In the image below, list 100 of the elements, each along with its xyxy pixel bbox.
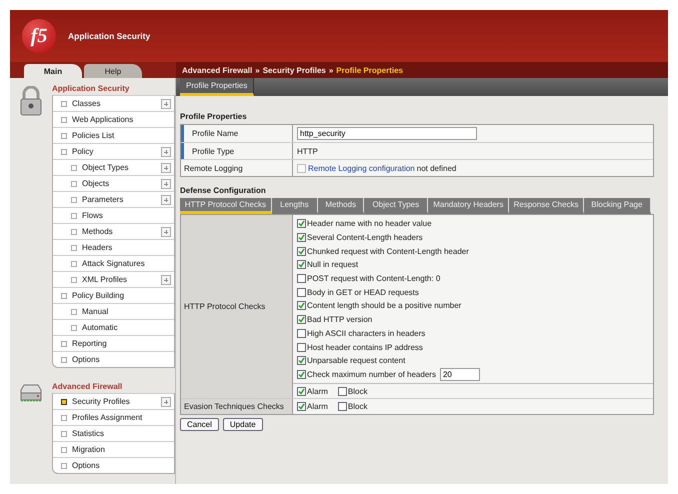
- checkbox[interactable]: [297, 370, 306, 379]
- nav-tab[interactable]: Main: [24, 64, 82, 78]
- sidebar-item-label: Object Types: [82, 163, 130, 172]
- sidebar-item[interactable]: Headers: [53, 239, 174, 255]
- sidebar-item-label: Flows: [82, 211, 104, 220]
- checkbox-label: Block: [348, 386, 368, 396]
- config-tab[interactable]: HTTP Protocol Checks: [180, 198, 272, 214]
- sidebar-item-label: Policies List: [72, 131, 116, 140]
- plus-icon[interactable]: [161, 396, 171, 406]
- config-tab[interactable]: Methods: [318, 198, 364, 214]
- sidebar-item-label: Objects: [82, 179, 110, 188]
- sidebar-item[interactable]: XML Profiles: [53, 271, 174, 287]
- checkbox-label: Host header contains IP address: [307, 342, 423, 352]
- checkbox-label: Alarm: [307, 402, 328, 411]
- sidebar-item[interactable]: Reporting: [53, 335, 174, 351]
- checkbox[interactable]: [338, 386, 347, 396]
- checkbox[interactable]: [297, 356, 306, 366]
- sidebar-item[interactable]: Parameters: [53, 191, 174, 207]
- row-label: Profile Type: [181, 143, 293, 159]
- sidebar-item[interactable]: Policies List: [53, 127, 174, 143]
- sidebar-item-label: Automatic: [82, 323, 119, 332]
- bullet-icon: [61, 414, 67, 420]
- bullet-icon: [71, 244, 77, 250]
- config-tab[interactable]: Lengths: [272, 198, 318, 214]
- checkbox[interactable]: [297, 315, 306, 324]
- checkbox[interactable]: [297, 386, 306, 396]
- checkbox[interactable]: [297, 288, 306, 297]
- sidebar-item[interactable]: Profiles Assignment: [53, 409, 174, 425]
- row-label: Evasion Techniques Checks: [181, 398, 293, 414]
- plus-icon[interactable]: [161, 274, 171, 284]
- sidebar-item[interactable]: Security Profiles: [53, 393, 174, 409]
- bullet-icon: [61, 116, 67, 122]
- sidebar-item-label: Reporting: [72, 339, 108, 348]
- checkbox[interactable]: [297, 274, 306, 284]
- breadcrumb-link[interactable]: Profile Properties: [336, 66, 403, 74]
- sidebar-item[interactable]: Automatic: [53, 319, 174, 335]
- checkbox[interactable]: [297, 328, 306, 338]
- row-label: Remote Logging: [181, 160, 293, 176]
- profile-name-field[interactable]: http_security: [297, 127, 477, 140]
- nav-tab[interactable]: Help: [84, 64, 142, 78]
- checkbox[interactable]: [297, 402, 306, 411]
- checkbox[interactable]: [297, 219, 306, 228]
- sidebar-item[interactable]: Statistics: [53, 425, 174, 441]
- drive-icon: [18, 384, 44, 402]
- sidebar-item-label: Options: [72, 355, 101, 364]
- bullet-icon: [61, 462, 67, 468]
- checkbox[interactable]: [297, 246, 306, 256]
- bullet-icon: [71, 212, 77, 218]
- checkbox[interactable]: [297, 342, 306, 352]
- checkbox[interactable]: [297, 301, 306, 310]
- sidebar-item[interactable]: Web Applications: [53, 111, 174, 127]
- config-tab[interactable]: Mandatory Headers: [428, 198, 510, 214]
- sidebar-item-label: Attack Signatures: [82, 259, 146, 268]
- sidebar-item[interactable]: Migration: [53, 441, 174, 457]
- form-button[interactable]: Update: [222, 418, 263, 431]
- sidebar-item-label: Policy: [72, 147, 94, 156]
- checkbox-label: Header name with no header value: [307, 219, 432, 228]
- logo: f5: [22, 19, 56, 53]
- bullet-icon: [71, 308, 77, 314]
- app-title: Application Security: [68, 31, 150, 41]
- section-title: Advanced Firewall: [52, 382, 124, 393]
- checkbox-label: Bad HTTP version: [307, 315, 372, 324]
- sidebar-item[interactable]: Policy: [53, 143, 174, 159]
- sidebar-item[interactable]: Attack Signatures: [53, 255, 174, 271]
- sidebar-item-label: Profiles Assignment: [72, 413, 144, 422]
- checkbox[interactable]: [297, 260, 306, 270]
- checkbox-label: Several Content-Length headers: [307, 233, 423, 242]
- bullet-icon: [71, 228, 77, 234]
- sidebar-item[interactable]: Objects: [53, 175, 174, 191]
- checkbox-label: POST request with Content-Length: 0: [307, 274, 440, 284]
- sidebar-item-label: Methods: [82, 227, 114, 236]
- sidebar-item[interactable]: Options: [53, 351, 174, 367]
- checkbox[interactable]: [297, 233, 306, 242]
- bullet-icon: [61, 430, 67, 436]
- form-button[interactable]: Cancel: [180, 418, 219, 431]
- sidebar-item[interactable]: Policy Building: [53, 287, 174, 303]
- config-tab[interactable]: Object Types: [364, 198, 428, 214]
- sidebar-item[interactable]: Classes: [53, 95, 174, 111]
- number-field[interactable]: 20: [440, 368, 480, 381]
- subtab[interactable]: Profile Properties: [180, 78, 254, 96]
- bullet-icon: [71, 196, 77, 202]
- plus-icon[interactable]: [161, 98, 171, 108]
- checkbox[interactable]: [338, 402, 347, 411]
- config-tab[interactable]: Blocking Page: [584, 198, 651, 214]
- sidebar-item-label: Headers: [82, 243, 114, 252]
- sidebar-item[interactable]: Flows: [53, 207, 174, 223]
- sidebar-item-label: Security Profiles: [72, 397, 131, 406]
- sidebar-item[interactable]: Methods: [53, 223, 174, 239]
- remote-logging-link[interactable]: Remote Logging configuration: [308, 164, 415, 172]
- config-tab[interactable]: Response Checks: [509, 198, 584, 214]
- plus-icon[interactable]: [161, 226, 171, 236]
- breadcrumb-link[interactable]: Advanced Firewall: [182, 66, 252, 74]
- sidebar-item[interactable]: Manual: [53, 303, 174, 319]
- sidebar-item[interactable]: Options: [53, 457, 174, 473]
- bullet-icon: [71, 164, 77, 170]
- breadcrumb-link[interactable]: Security Profiles: [262, 66, 326, 74]
- sidebar-item[interactable]: Object Types: [53, 159, 174, 175]
- padlock-icon: [19, 86, 43, 116]
- bullet-icon: [61, 356, 67, 362]
- checkbox-label: Null in request: [307, 260, 358, 270]
